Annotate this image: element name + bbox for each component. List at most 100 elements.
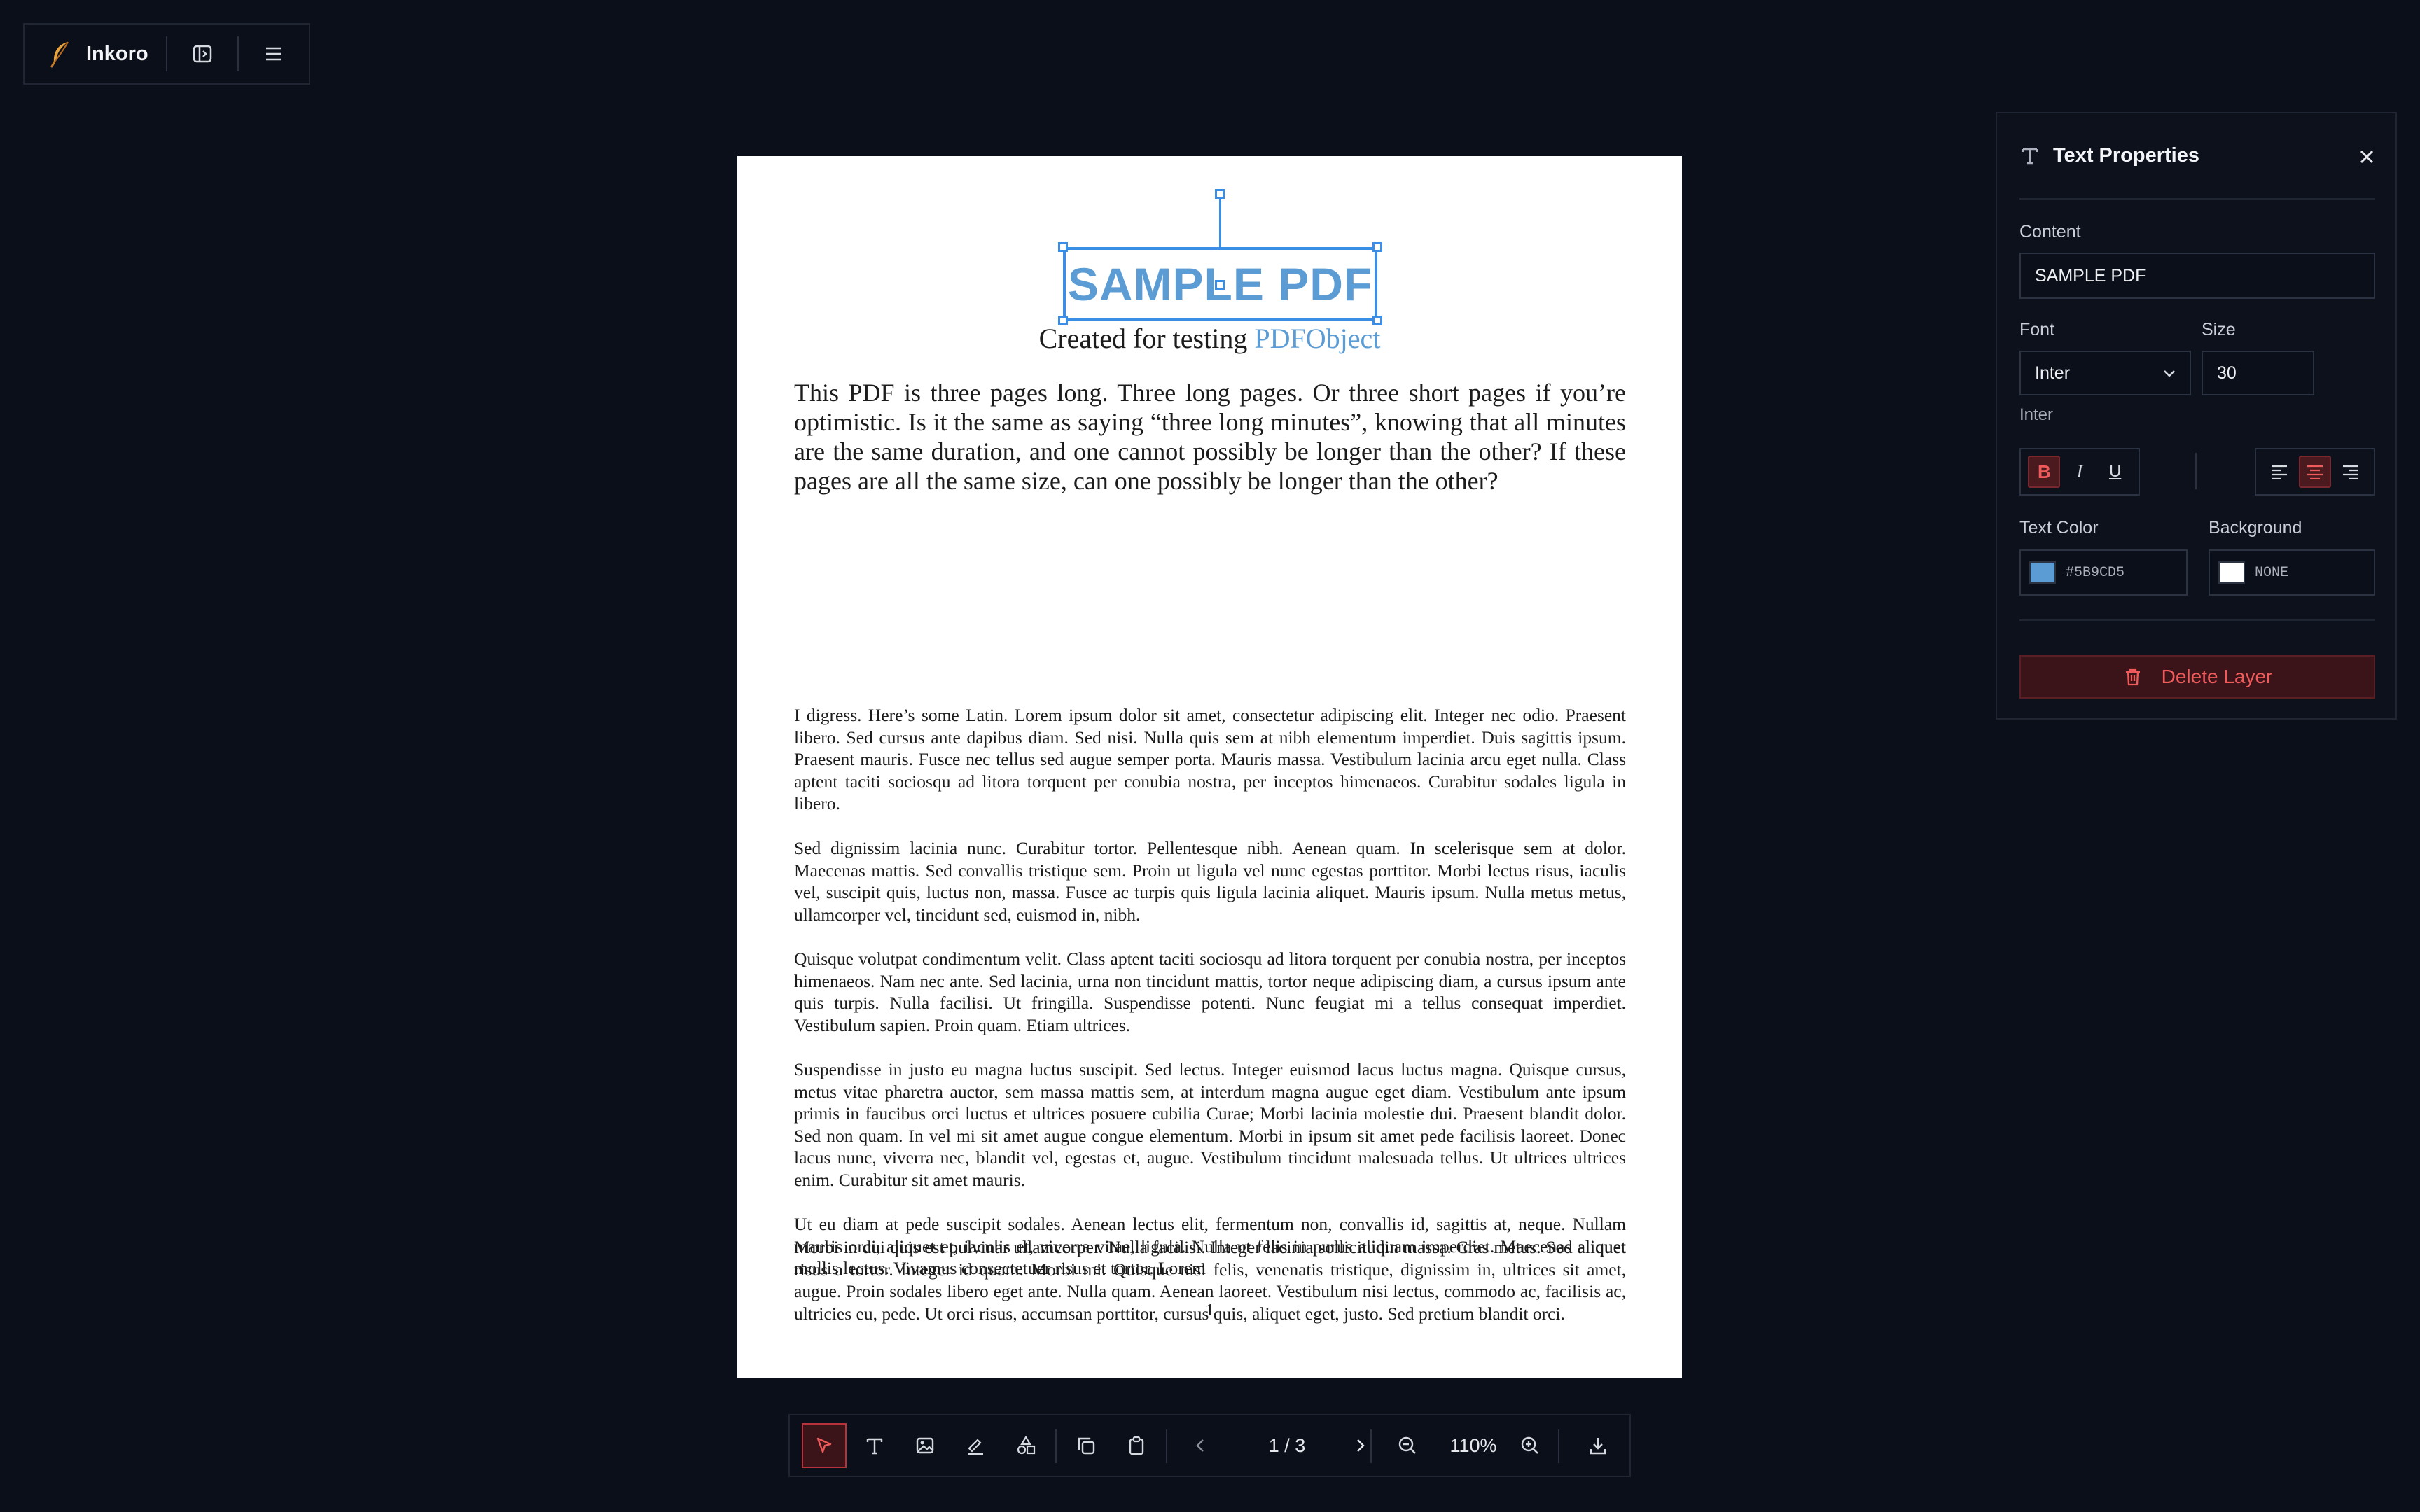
size-label: Size xyxy=(2202,320,2236,340)
download-icon xyxy=(1590,1438,1606,1455)
italic-icon: I xyxy=(2076,461,2083,482)
zoom-in-icon xyxy=(1521,1436,1538,1454)
align-left-button[interactable] xyxy=(2263,456,2295,488)
copy-button[interactable] xyxy=(1064,1423,1108,1468)
resize-handle-ne[interactable] xyxy=(1372,242,1382,252)
underline-icon: U xyxy=(2108,462,2122,481)
text-style-group: B I U xyxy=(2019,448,2140,496)
size-value: 30 xyxy=(2217,363,2237,383)
divider xyxy=(1055,1429,1057,1463)
signature-tool-button[interactable] xyxy=(953,1423,998,1468)
text-align-group xyxy=(2255,448,2375,496)
background-color-swatch xyxy=(2218,561,2245,584)
close-icon xyxy=(2360,150,2374,164)
text-icon xyxy=(866,1438,883,1455)
delete-layer-button[interactable]: Delete Layer xyxy=(2019,655,2375,699)
toggle-sidebar-button[interactable] xyxy=(167,23,237,85)
align-left-icon xyxy=(2272,465,2288,479)
trash-icon xyxy=(2125,668,2140,686)
body-paragraph: Suspendisse in justo eu magna luctus sus… xyxy=(794,1059,1626,1190)
background-color-value: NONE xyxy=(2255,564,2289,581)
paste-button[interactable] xyxy=(1114,1423,1159,1468)
underline-button[interactable]: U xyxy=(2099,456,2132,488)
page-number-label: 1 xyxy=(1205,1301,1214,1320)
bottom-toolbar: 1 / 3 110% xyxy=(788,1414,1631,1477)
body-paragraph-last: Ut eu diam at pede suscipit sodales. Aen… xyxy=(794,1214,1626,1279)
close-button[interactable] xyxy=(2354,144,2379,169)
size-input[interactable]: 30 xyxy=(2202,351,2314,396)
shapes-icon xyxy=(1017,1435,1036,1455)
clipboard-icon xyxy=(1129,1436,1144,1455)
download-button[interactable] xyxy=(1576,1423,1620,1468)
text-color-picker[interactable]: #5B9CD5 xyxy=(2019,550,2188,596)
content-value: SAMPLE PDF xyxy=(2035,265,2146,286)
app-name: Inkoro xyxy=(86,42,148,65)
align-center-button[interactable] xyxy=(2298,456,2331,488)
move-handle[interactable] xyxy=(1215,280,1225,290)
resize-handle-sw[interactable] xyxy=(1058,316,1068,326)
hamburger-icon xyxy=(265,47,281,61)
body-paragraph: Sed dignissim lacinia nunc. Curabitur to… xyxy=(794,838,1626,925)
delete-layer-label: Delete Layer xyxy=(2161,666,2273,687)
resize-handle-nw[interactable] xyxy=(1058,242,1068,252)
text-tool-button[interactable] xyxy=(852,1423,897,1468)
app-header: Inkoro xyxy=(23,23,310,85)
panel-title: Text Properties xyxy=(2053,144,2199,167)
shapes-tool-button[interactable] xyxy=(1003,1423,1048,1468)
font-select[interactable]: Inter xyxy=(2019,351,2191,396)
font-preview: Inter xyxy=(2019,405,2054,424)
align-right-icon xyxy=(2342,465,2358,479)
zoom-out-icon xyxy=(1398,1436,1416,1454)
divider xyxy=(2195,453,2197,489)
align-center-icon xyxy=(2307,465,2323,479)
italic-button[interactable]: I xyxy=(2064,456,2096,488)
signature-icon xyxy=(968,1438,983,1455)
chevron-left-icon xyxy=(1196,1439,1204,1452)
divider xyxy=(1558,1429,1559,1463)
sidebar-icon xyxy=(193,45,211,63)
pdf-page[interactable]: Created for testing PDFObject This PDF i… xyxy=(737,156,1682,1378)
zoom-in-button[interactable] xyxy=(1508,1423,1552,1468)
zoom-level: 110% xyxy=(1449,1435,1497,1456)
divider xyxy=(1166,1429,1167,1463)
text-color-label: Text Color xyxy=(2019,518,2099,538)
document-subtitle: Created for testing PDFObject xyxy=(737,322,1682,355)
rotation-line xyxy=(1219,197,1221,248)
resize-handle-se[interactable] xyxy=(1372,316,1382,326)
subtitle-link: PDFObject xyxy=(1254,323,1381,354)
image-icon xyxy=(916,1437,934,1454)
select-tool-button[interactable] xyxy=(802,1423,847,1468)
body-paragraph: Quisque volutpat condimentum velit. Clas… xyxy=(794,948,1626,1035)
next-page-button[interactable] xyxy=(1337,1423,1382,1468)
text-color-value: #5B9CD5 xyxy=(2066,564,2125,581)
background-color-picker[interactable]: NONE xyxy=(2209,550,2375,596)
chevron-down-icon xyxy=(2164,370,2175,377)
chevron-right-icon xyxy=(1357,1439,1365,1452)
rotate-handle[interactable] xyxy=(1215,189,1225,199)
font-label: Font xyxy=(2019,320,2055,340)
body-paragraph: I digress. Here’s some Latin. Lorem ipsu… xyxy=(794,705,1626,814)
lead-paragraph: This PDF is three pages long. Three long… xyxy=(794,379,1626,495)
text-type-icon xyxy=(2019,145,2040,166)
background-label: Background xyxy=(2209,518,2302,538)
text-color-swatch xyxy=(2029,561,2056,584)
menu-button[interactable] xyxy=(239,23,309,85)
divider xyxy=(2019,620,2375,621)
content-label: Content xyxy=(2019,222,2081,241)
subtitle-text: Created for testing xyxy=(1038,323,1255,354)
bold-button[interactable]: B xyxy=(2028,456,2061,488)
align-right-button[interactable] xyxy=(2335,456,2367,488)
divider xyxy=(2019,198,2375,200)
font-value: Inter xyxy=(2035,363,2071,383)
page-indicator: 1 / 3 xyxy=(1268,1435,1306,1456)
feather-logo-icon xyxy=(47,40,75,68)
bold-icon: B xyxy=(2037,461,2051,482)
previous-page-button[interactable] xyxy=(1178,1423,1223,1468)
image-tool-button[interactable] xyxy=(903,1423,947,1468)
divider xyxy=(1370,1429,1372,1463)
cursor-icon xyxy=(816,1437,832,1453)
copy-icon xyxy=(1078,1437,1095,1455)
content-input[interactable]: SAMPLE PDF xyxy=(2019,253,2375,299)
zoom-out-button[interactable] xyxy=(1385,1423,1430,1468)
text-properties-panel: Text Properties Content SAMPLE PDF Font … xyxy=(1996,112,2397,720)
